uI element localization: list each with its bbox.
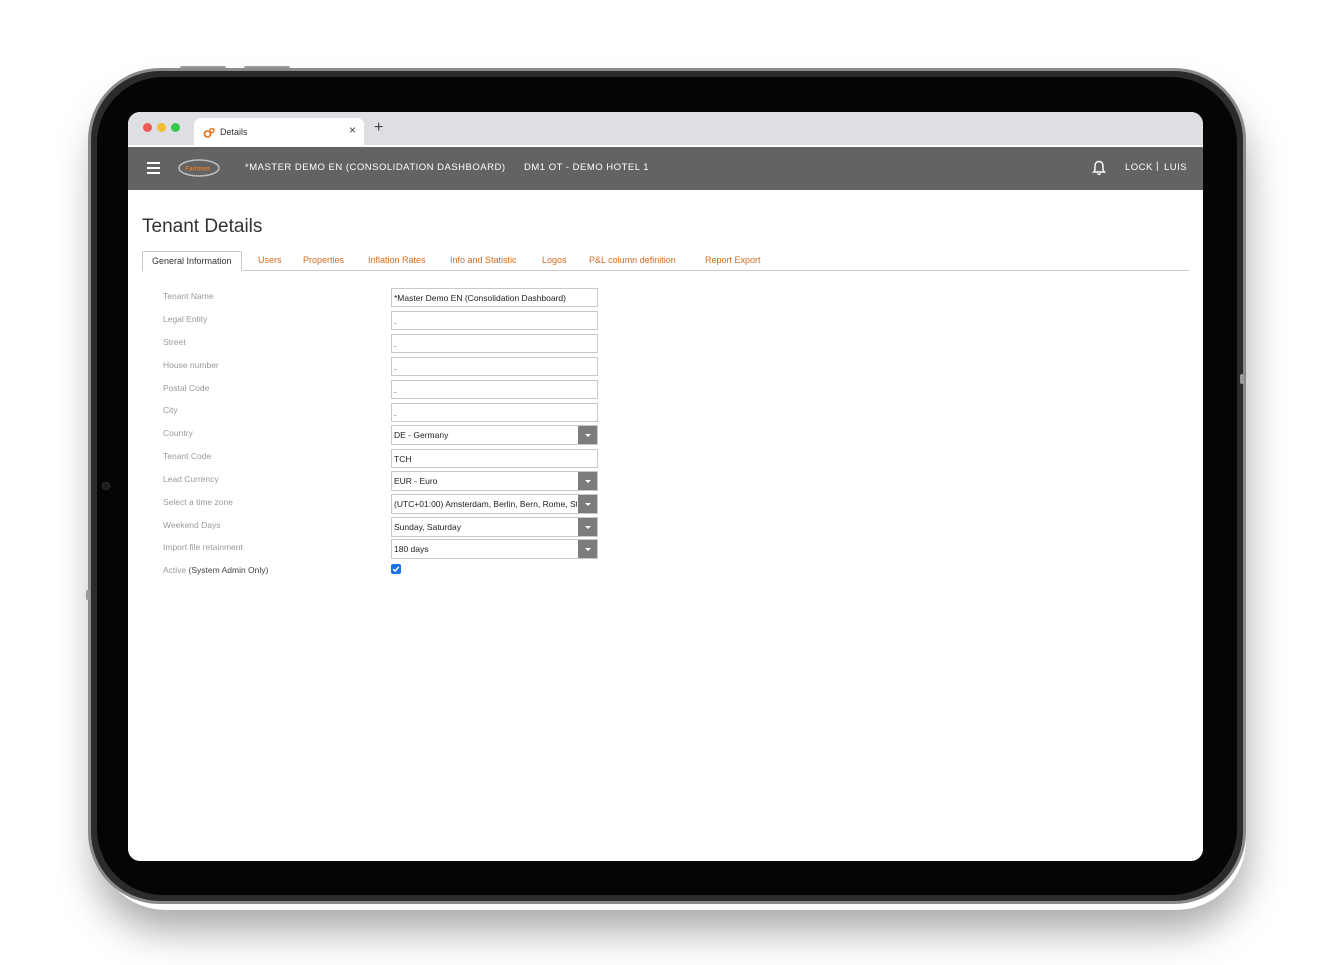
camera-icon <box>102 482 110 490</box>
weekend-days-label: Weekend Days <box>163 520 221 530</box>
tenant-name-label: Tenant Name <box>163 291 214 301</box>
tab-report-export[interactable]: Report Export <box>705 251 761 271</box>
tablet-left-button <box>86 590 90 600</box>
import-retention-select[interactable]: 180 days <box>391 539 598 559</box>
browser-tab-bar: Details × + <box>128 112 1203 145</box>
active-label: Active (System Admin Only) <box>163 565 268 575</box>
tenant-name-input[interactable]: *Master Demo EN (Consolidation Dashboard… <box>391 288 598 307</box>
chevron-down-icon[interactable] <box>578 472 597 490</box>
tab-close-icon[interactable]: × <box>349 123 356 137</box>
city-label: City <box>163 405 178 415</box>
legal-entity-input[interactable]: . <box>391 311 598 330</box>
time-zone-select[interactable]: (UTC+01:00) Amsterdam, Berlin, Bern, Rom… <box>391 494 598 514</box>
postal-code-input[interactable]: . <box>391 380 598 399</box>
tenant-code-label: Tenant Code <box>163 451 212 461</box>
lead-currency-select-value: EUR - Euro <box>394 476 438 486</box>
browser-tab-title: Details <box>220 126 248 137</box>
postal-code-label: Postal Code <box>163 383 210 393</box>
legal-entity-label: Legal Entity <box>163 314 208 324</box>
tab-properties[interactable]: Properties <box>303 251 344 271</box>
tab-inflation-rates[interactable]: Inflation Rates <box>368 251 426 271</box>
chevron-down-icon[interactable] <box>578 495 597 513</box>
bell-icon[interactable] <box>1092 160 1106 176</box>
screen: Details × + Fairmas *MASTER DEMO EN (CON… <box>128 112 1203 861</box>
tablet-side-button <box>1240 374 1244 384</box>
logo-text: Fairmas <box>185 166 210 173</box>
new-tab-icon[interactable]: + <box>374 119 383 137</box>
country-select[interactable]: DE - Germany <box>391 425 598 445</box>
lock-link[interactable]: LOCK <box>1125 162 1153 173</box>
header-separator: | <box>1156 161 1159 172</box>
lead-currency-select[interactable]: EUR - Euro <box>391 471 598 491</box>
active-label-suffix: (System Admin Only) <box>188 565 269 575</box>
user-menu[interactable]: LUIS <box>1164 162 1187 173</box>
chevron-down-icon[interactable] <box>578 518 597 536</box>
street-label: Street <box>163 337 186 347</box>
house-number-input[interactable]: . <box>391 357 598 376</box>
app-header: Fairmas *MASTER DEMO EN (CONSOLIDATION D… <box>128 147 1203 190</box>
active-checkbox[interactable] <box>391 564 401 574</box>
close-window-button[interactable] <box>143 123 152 132</box>
favicon-gear-icon <box>203 126 215 138</box>
tab-info-and-statistic[interactable]: Info and Statistic <box>450 251 517 271</box>
browser-tab-details[interactable]: Details × <box>194 118 364 145</box>
hamburger-menu-icon[interactable] <box>147 162 160 174</box>
city-input[interactable]: . <box>391 403 598 422</box>
lead-currency-label: Lead Currency <box>163 474 219 484</box>
import-retention-label: Import file retainment <box>163 542 243 552</box>
chevron-down-icon[interactable] <box>578 426 597 444</box>
chevron-down-icon[interactable] <box>578 540 597 558</box>
tab-logos[interactable]: Logos <box>542 251 567 271</box>
tenant-code-input[interactable]: TCH <box>391 449 598 468</box>
time-zone-select-value: (UTC+01:00) Amsterdam, Berlin, Bern, Rom… <box>394 499 577 509</box>
house-number-label: House number <box>163 360 219 370</box>
country-label: Country <box>163 428 193 438</box>
hotel-selector[interactable]: DM1 OT - DEMO HOTEL 1 <box>524 162 649 173</box>
tab-pl-column-definition[interactable]: P&L column definition <box>589 251 676 271</box>
active-label-text: Active <box>163 565 187 575</box>
maximize-window-button[interactable] <box>171 123 180 132</box>
tab-users[interactable]: Users <box>258 251 282 271</box>
tab-general-information[interactable]: General Information <box>142 251 242 271</box>
country-select-value: DE - Germany <box>394 430 449 440</box>
weekend-days-select[interactable]: Sunday, Saturday <box>391 517 598 537</box>
street-input[interactable]: . <box>391 334 598 353</box>
time-zone-label: Select a time zone <box>163 497 233 507</box>
minimize-window-button[interactable] <box>157 123 166 132</box>
import-retention-select-value: 180 days <box>394 544 429 554</box>
fairmas-logo[interactable]: Fairmas <box>177 157 221 179</box>
tenant-selector[interactable]: *MASTER DEMO EN (CONSOLIDATION DASHBOARD… <box>245 162 506 173</box>
page-title: Tenant Details <box>142 216 263 237</box>
weekend-days-select-value: Sunday, Saturday <box>394 522 461 532</box>
checkmark-icon <box>392 566 400 573</box>
